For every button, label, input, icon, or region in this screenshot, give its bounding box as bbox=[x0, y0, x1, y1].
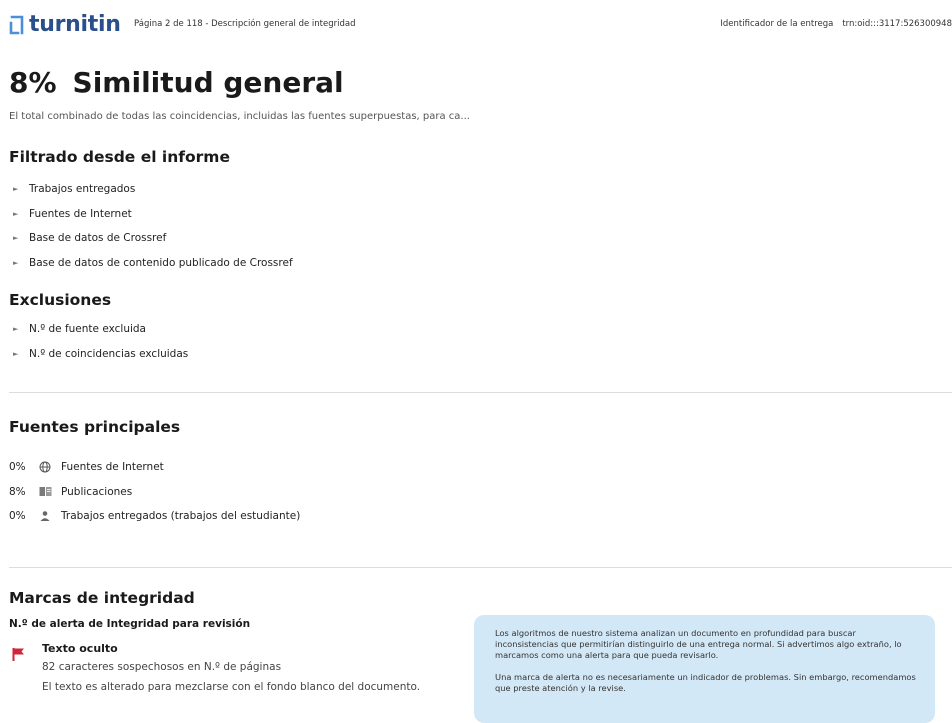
person-icon bbox=[38, 509, 52, 523]
submission-label: Identificador de la entrega bbox=[720, 19, 834, 29]
source-label: Trabajos entregados (trabajos del estudi… bbox=[61, 510, 301, 523]
integrity-info-box: Los algoritmos de nuestro sistema analiz… bbox=[474, 615, 935, 723]
source-percent: 0% bbox=[9, 510, 26, 523]
source-row-internet: 0% Fuentes de Internet bbox=[9, 455, 300, 480]
similarity-label: Similitud general bbox=[72, 66, 344, 99]
exclusions-list: ► N.º de fuente excluida ► N.º de coincide… bbox=[13, 317, 188, 366]
turnitin-logo-icon bbox=[9, 15, 24, 35]
bullet-arrow-icon: ► bbox=[13, 185, 19, 194]
alert-count-heading: N.º de alerta de Integridad para revisió… bbox=[9, 618, 251, 630]
source-percent: 0% bbox=[9, 461, 26, 474]
bullet-arrow-icon: ► bbox=[13, 258, 19, 267]
list-item: ► Fuentes de Internet bbox=[13, 202, 293, 227]
info-paragraph: Los algoritmos de nuestro sistema analiz… bbox=[495, 628, 902, 660]
page-info: Página 2 de 118 - Descripción general de… bbox=[134, 19, 356, 29]
source-percent: 8% bbox=[9, 485, 26, 498]
source-label: Publicaciones bbox=[61, 485, 133, 498]
similarity-title: 8% Similitud general bbox=[9, 66, 344, 99]
logo-text: turnitin bbox=[29, 12, 121, 37]
submission-id: trn:oid:::3117:526300948 bbox=[842, 19, 952, 29]
exclusion-item-label: N.º de fuente excluida bbox=[29, 323, 146, 336]
bullet-arrow-icon: ► bbox=[13, 349, 19, 358]
filter-item-label: Base de datos de Crossref bbox=[29, 232, 167, 245]
list-item: ► N.º de fuente excluida bbox=[13, 317, 188, 342]
top-sources-heading: Fuentes principales bbox=[9, 418, 181, 436]
section-divider bbox=[9, 392, 952, 393]
flag-description: El texto es alterado para mezclarse con … bbox=[42, 681, 421, 693]
source-label: Fuentes de Internet bbox=[61, 461, 164, 474]
list-item: ► Trabajos entregados bbox=[13, 177, 293, 202]
bullet-arrow-icon: ► bbox=[13, 209, 19, 218]
turnitin-logo: turnitin bbox=[9, 14, 121, 36]
flag-detail: 82 caracteres sospechosos en N.º de pági… bbox=[42, 661, 282, 673]
top-sources-list: 0% Fuentes de Internet 8% Publicaciones … bbox=[9, 455, 300, 529]
submission-id-area: Identificador de la entrega trn:oid:::311… bbox=[720, 19, 952, 29]
list-item: ► N.º de coincidencias excluidas bbox=[13, 342, 188, 367]
exclusion-item-label: N.º de coincidencias excluidas bbox=[29, 347, 189, 360]
similarity-percent: 8% bbox=[9, 66, 57, 99]
filters-heading: Filtrado desde el informe bbox=[9, 148, 230, 166]
bullet-arrow-icon: ► bbox=[13, 234, 19, 243]
globe-icon bbox=[38, 460, 52, 474]
similarity-subtitle: El total combinado de todas las coincide… bbox=[9, 111, 470, 122]
page-header: turnitin Página 2 de 118 - Descripción g… bbox=[0, 0, 952, 48]
filter-item-label: Fuentes de Internet bbox=[29, 207, 132, 220]
filter-item-label: Base de datos de contenido publicado de … bbox=[29, 256, 293, 269]
exclusions-heading: Exclusiones bbox=[9, 291, 112, 309]
list-item: ► Base de datos de Crossref bbox=[13, 226, 293, 251]
source-row-student-papers: 0% Trabajos entregados (trabajos del est… bbox=[9, 504, 300, 529]
section-divider bbox=[9, 567, 952, 568]
source-row-publications: 8% Publicaciones bbox=[9, 480, 300, 505]
bullet-arrow-icon: ► bbox=[13, 325, 19, 334]
integrity-heading: Marcas de integridad bbox=[9, 589, 195, 607]
list-item: ► Base de datos de contenido publicado de… bbox=[13, 251, 293, 276]
filter-item-label: Trabajos entregados bbox=[29, 183, 136, 196]
info-paragraph: Una marca de alerta no es necesariamente… bbox=[495, 672, 916, 693]
flag-title: Texto oculto bbox=[42, 642, 118, 655]
filters-list: ► Trabajos entregados ► Fuentes de Interne… bbox=[13, 177, 293, 275]
book-icon bbox=[38, 485, 52, 499]
flag-icon bbox=[12, 646, 26, 665]
